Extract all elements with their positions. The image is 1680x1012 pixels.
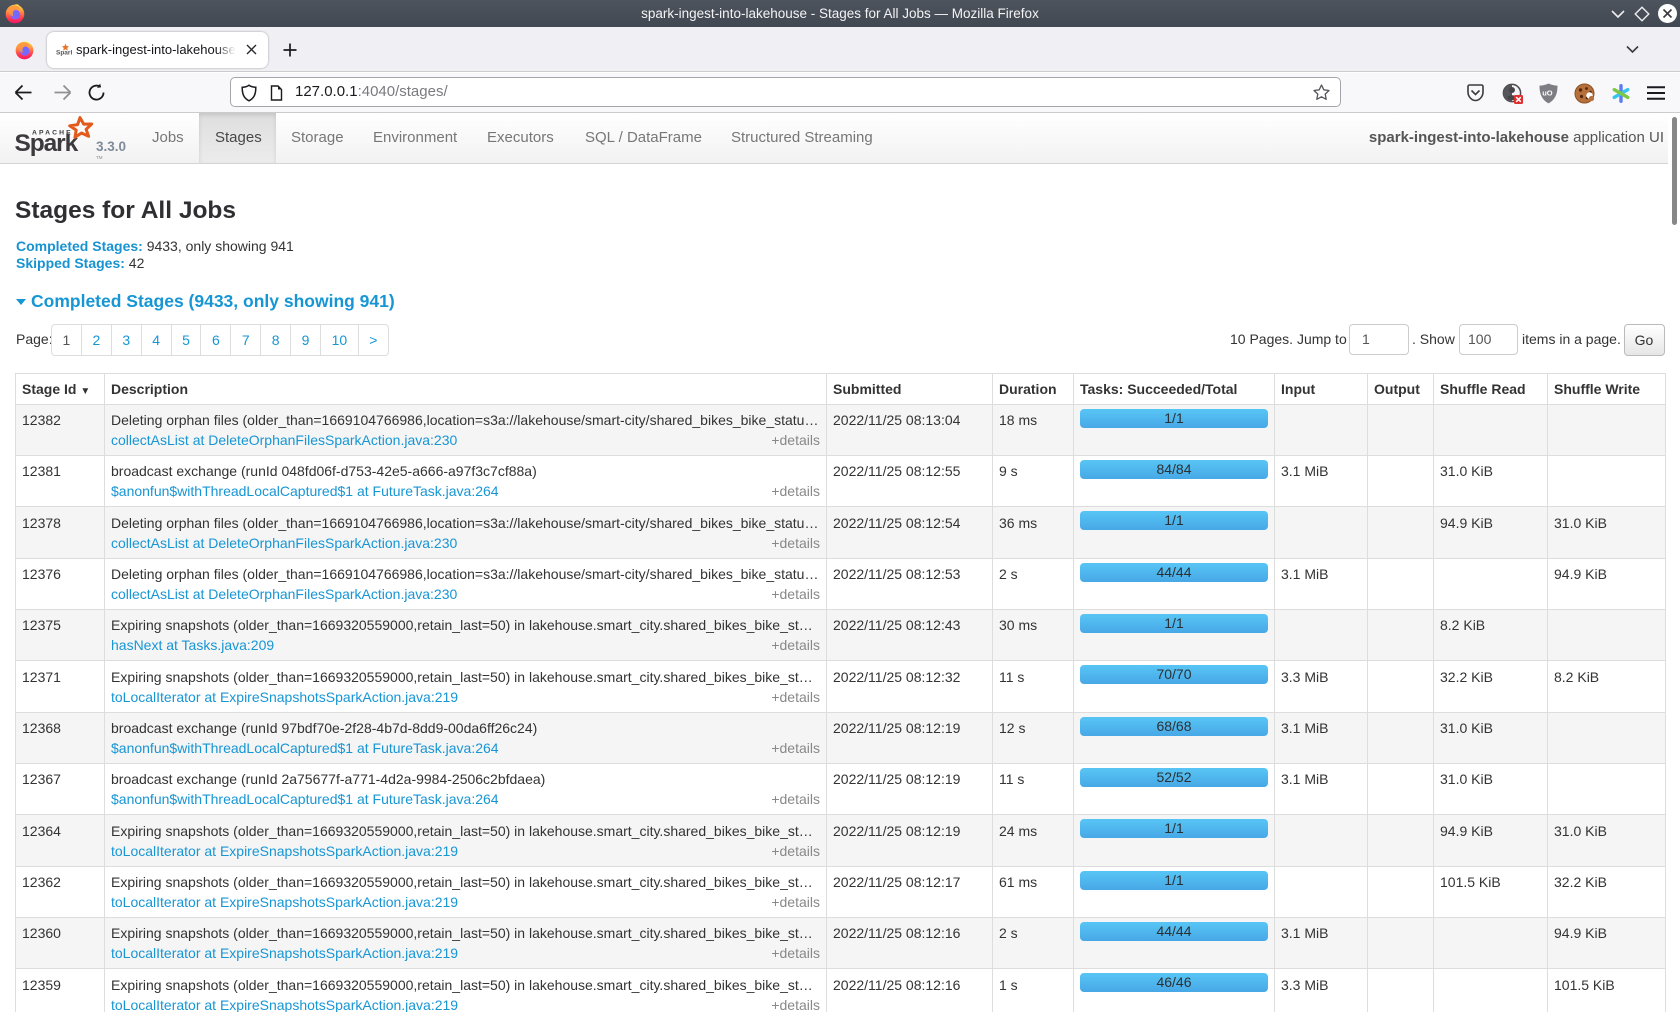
svg-text:Spark: Spark xyxy=(56,49,72,56)
svg-text:uO: uO xyxy=(1542,89,1553,98)
svg-text:Spark: Spark xyxy=(15,130,79,157)
